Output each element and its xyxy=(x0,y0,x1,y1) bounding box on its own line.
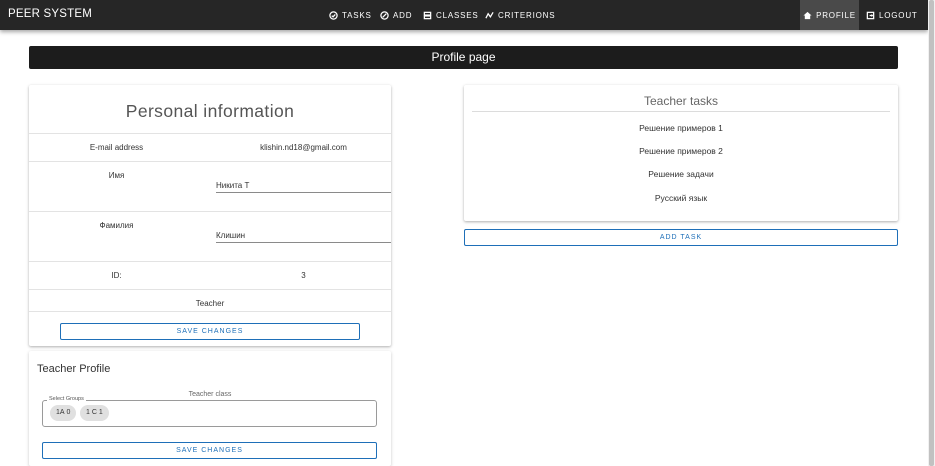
task-item[interactable]: Решение задачи xyxy=(464,169,898,179)
divider xyxy=(29,311,391,312)
last-name-field[interactable]: Клишин xyxy=(216,231,245,240)
task-item[interactable]: Русский язык xyxy=(464,193,898,203)
check-circle-icon xyxy=(329,10,338,20)
first-name-label: Имя xyxy=(108,171,125,180)
task-item[interactable]: Решение примеров 1 xyxy=(464,123,898,133)
group-chip[interactable]: 1А 0 xyxy=(50,405,77,421)
personal-info-title: Personal information xyxy=(125,101,295,121)
divider xyxy=(29,161,391,162)
last-name-label: Фамилия xyxy=(99,221,134,230)
nav-profile[interactable]: PROFILE xyxy=(800,0,859,30)
nav-add-label: ADD xyxy=(393,10,413,20)
top-app-bar: PEER SYSTEM TASKS ADD CLASSES CRITERIONS… xyxy=(0,0,928,30)
teacher-tasks-title: Teacher tasks xyxy=(643,94,719,108)
divider xyxy=(29,289,391,290)
teacher-tasks-card: Teacher tasks Решение примеров 1 Решение… xyxy=(464,85,898,221)
task-item[interactable]: Решение примеров 2 xyxy=(464,146,898,156)
nav-logout[interactable]: LOGOUT xyxy=(866,0,918,30)
id-label: ID: xyxy=(111,271,122,280)
first-name-field[interactable]: Никита Т xyxy=(216,181,249,190)
nav-logout-label: LOGOUT xyxy=(879,10,918,20)
class-list-icon xyxy=(423,11,432,19)
nav-tasks-label: TASKS xyxy=(342,10,372,20)
last-name-underline xyxy=(216,242,391,243)
nav-classes[interactable]: CLASSES xyxy=(423,0,479,30)
nav-profile-label: PROFILE xyxy=(816,10,856,20)
nav-criterions-label: CRITERIONS xyxy=(498,10,556,20)
email-label: E-mail address xyxy=(89,143,144,152)
logout-icon xyxy=(866,11,875,19)
nav-add[interactable]: ADD xyxy=(380,0,412,30)
email-value: klishin.nd18@gmail.com xyxy=(260,143,347,152)
select-groups-legend: Select Groups xyxy=(47,396,86,402)
add-edit-icon xyxy=(380,10,389,20)
select-groups-field[interactable]: Select Groups 1А 0 1 С 1 xyxy=(42,396,377,427)
app-brand[interactable]: PEER SYSTEM xyxy=(8,8,92,20)
chart-line-icon xyxy=(485,11,494,18)
teacher-profile-card: Teacher Profile Teacher class Select Gro… xyxy=(29,351,391,466)
nav-classes-label: CLASSES xyxy=(436,10,479,20)
nav-criterions[interactable]: CRITERIONS xyxy=(485,0,555,30)
teacher-profile-title: Teacher Profile xyxy=(37,363,111,375)
group-chip[interactable]: 1 С 1 xyxy=(80,405,109,421)
scrollbar-thumb[interactable] xyxy=(929,0,934,466)
save-changes-button[interactable]: SAVE CHANGES xyxy=(42,442,377,459)
role-text: Teacher xyxy=(195,299,225,308)
add-task-button[interactable]: ADD TASK xyxy=(464,229,898,246)
divider xyxy=(29,261,391,262)
nav-tasks[interactable]: TASKS xyxy=(329,0,372,30)
divider xyxy=(29,133,391,134)
personal-info-card: Personal information E-mail address klis… xyxy=(29,85,391,346)
id-value: 3 xyxy=(301,271,306,280)
save-changes-button[interactable]: SAVE CHANGES xyxy=(60,323,360,340)
divider xyxy=(29,211,391,212)
divider xyxy=(472,111,890,112)
home-icon xyxy=(803,11,812,19)
page-title: Profile page xyxy=(29,46,898,69)
first-name-underline xyxy=(216,192,391,193)
